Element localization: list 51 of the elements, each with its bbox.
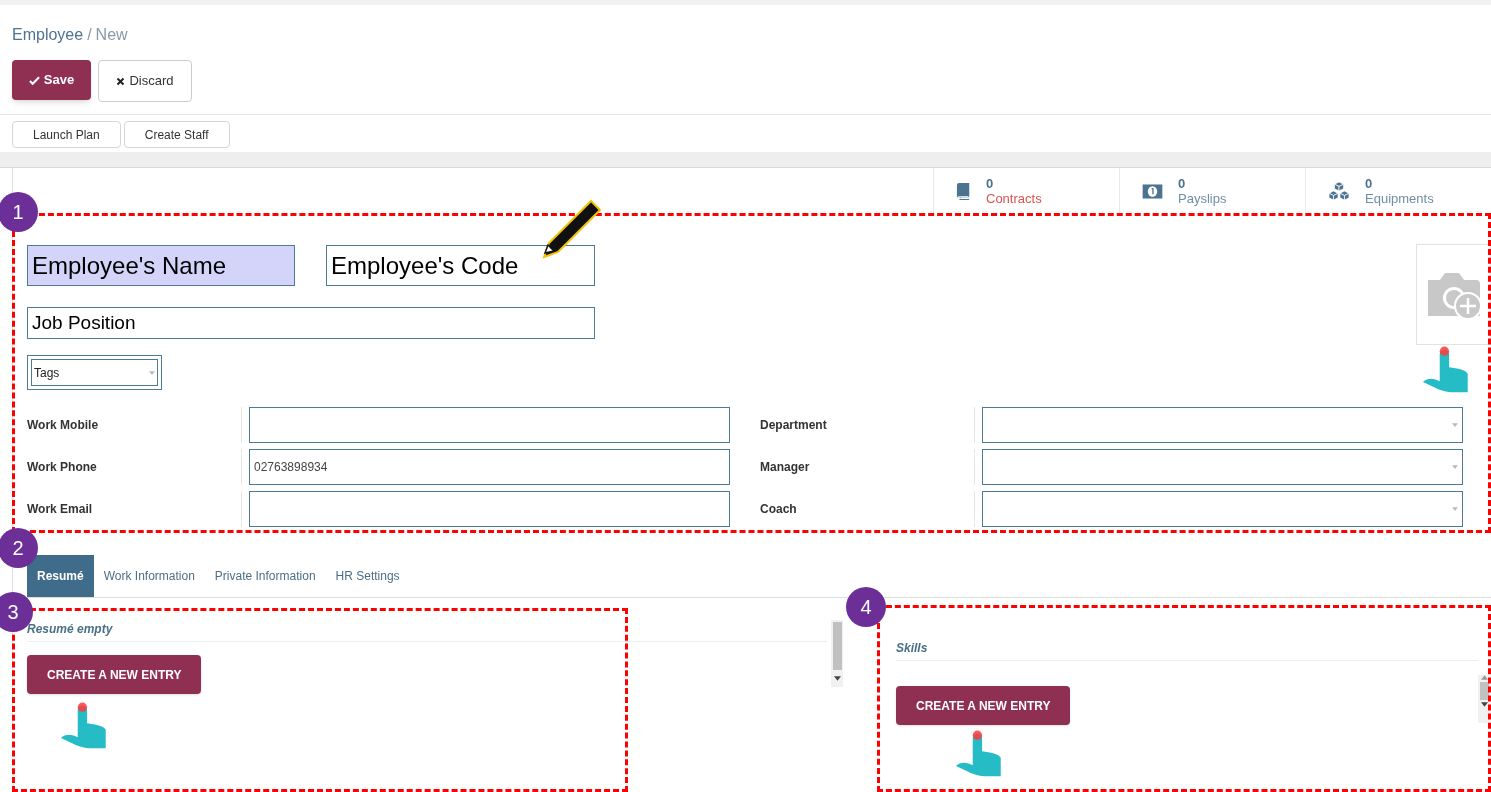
cubes-icon bbox=[1328, 181, 1350, 201]
select-field[interactable] bbox=[982, 491, 1463, 527]
discard-button[interactable]: Discard bbox=[98, 60, 192, 102]
stat-button[interactable]: 0 Equipments bbox=[1305, 168, 1491, 214]
input-field[interactable]: 02763898934 bbox=[249, 449, 730, 485]
field-label: Department bbox=[760, 418, 827, 432]
scroll-down-icon bbox=[1480, 702, 1488, 707]
field-label: Work Email bbox=[27, 502, 93, 516]
tags-field[interactable]: Tags bbox=[27, 355, 162, 390]
field-label: Manager bbox=[760, 460, 810, 474]
banknote-icon bbox=[1142, 183, 1163, 199]
create-entry-button[interactable]: CREATE A NEW ENTRY bbox=[896, 686, 1071, 725]
tab[interactable]: Work Information bbox=[93, 555, 205, 597]
book-icon bbox=[956, 181, 971, 201]
caret-icon bbox=[149, 370, 155, 375]
scrollbar[interactable] bbox=[1478, 675, 1490, 723]
save-button[interactable]: Save bbox=[12, 60, 91, 100]
stat-button[interactable]: 0 Contracts bbox=[933, 168, 1119, 214]
caret-icon bbox=[1452, 507, 1458, 511]
select-field[interactable] bbox=[982, 407, 1463, 443]
tab[interactable]: Resumé bbox=[27, 555, 94, 597]
code-field[interactable]: Employee's Code bbox=[326, 245, 595, 286]
scroll-up-icon bbox=[1480, 675, 1488, 680]
step-badge: 1 bbox=[0, 192, 38, 232]
close-icon bbox=[116, 76, 126, 86]
field-label: Coach bbox=[760, 502, 797, 516]
scrollbar[interactable] bbox=[831, 620, 843, 687]
section-heading: Skills bbox=[896, 639, 1478, 661]
field-label: Work Phone bbox=[27, 460, 97, 474]
select-field[interactable] bbox=[982, 449, 1463, 485]
section-heading: Resumé empty bbox=[27, 620, 827, 642]
caret-icon bbox=[1452, 465, 1458, 469]
photo-placeholder[interactable] bbox=[1416, 244, 1491, 345]
tab[interactable]: Private Information bbox=[204, 555, 326, 597]
scroll-down-icon bbox=[833, 676, 841, 681]
check-icon bbox=[28, 74, 40, 86]
job-field[interactable]: Job Position bbox=[27, 307, 595, 339]
action-button[interactable]: Launch Plan bbox=[12, 121, 121, 148]
tab[interactable]: HR Settings bbox=[325, 555, 410, 597]
create-entry-button[interactable]: CREATE A NEW ENTRY bbox=[27, 655, 202, 694]
breadcrumb-link[interactable]: Employee bbox=[12, 23, 84, 47]
input-field[interactable] bbox=[249, 407, 730, 443]
caret-icon bbox=[1452, 423, 1458, 427]
step-badge: 2 bbox=[0, 528, 38, 568]
input-field[interactable] bbox=[249, 491, 730, 527]
name-field[interactable]: Employee's Name bbox=[27, 245, 295, 286]
breadcrumb-current: New bbox=[95, 25, 128, 45]
field-label: Work Mobile bbox=[27, 418, 99, 432]
stat-button[interactable]: 0 Payslips bbox=[1119, 168, 1305, 214]
action-button[interactable]: Create Staff bbox=[123, 121, 230, 148]
breadcrumb-separator: / bbox=[87, 25, 92, 45]
